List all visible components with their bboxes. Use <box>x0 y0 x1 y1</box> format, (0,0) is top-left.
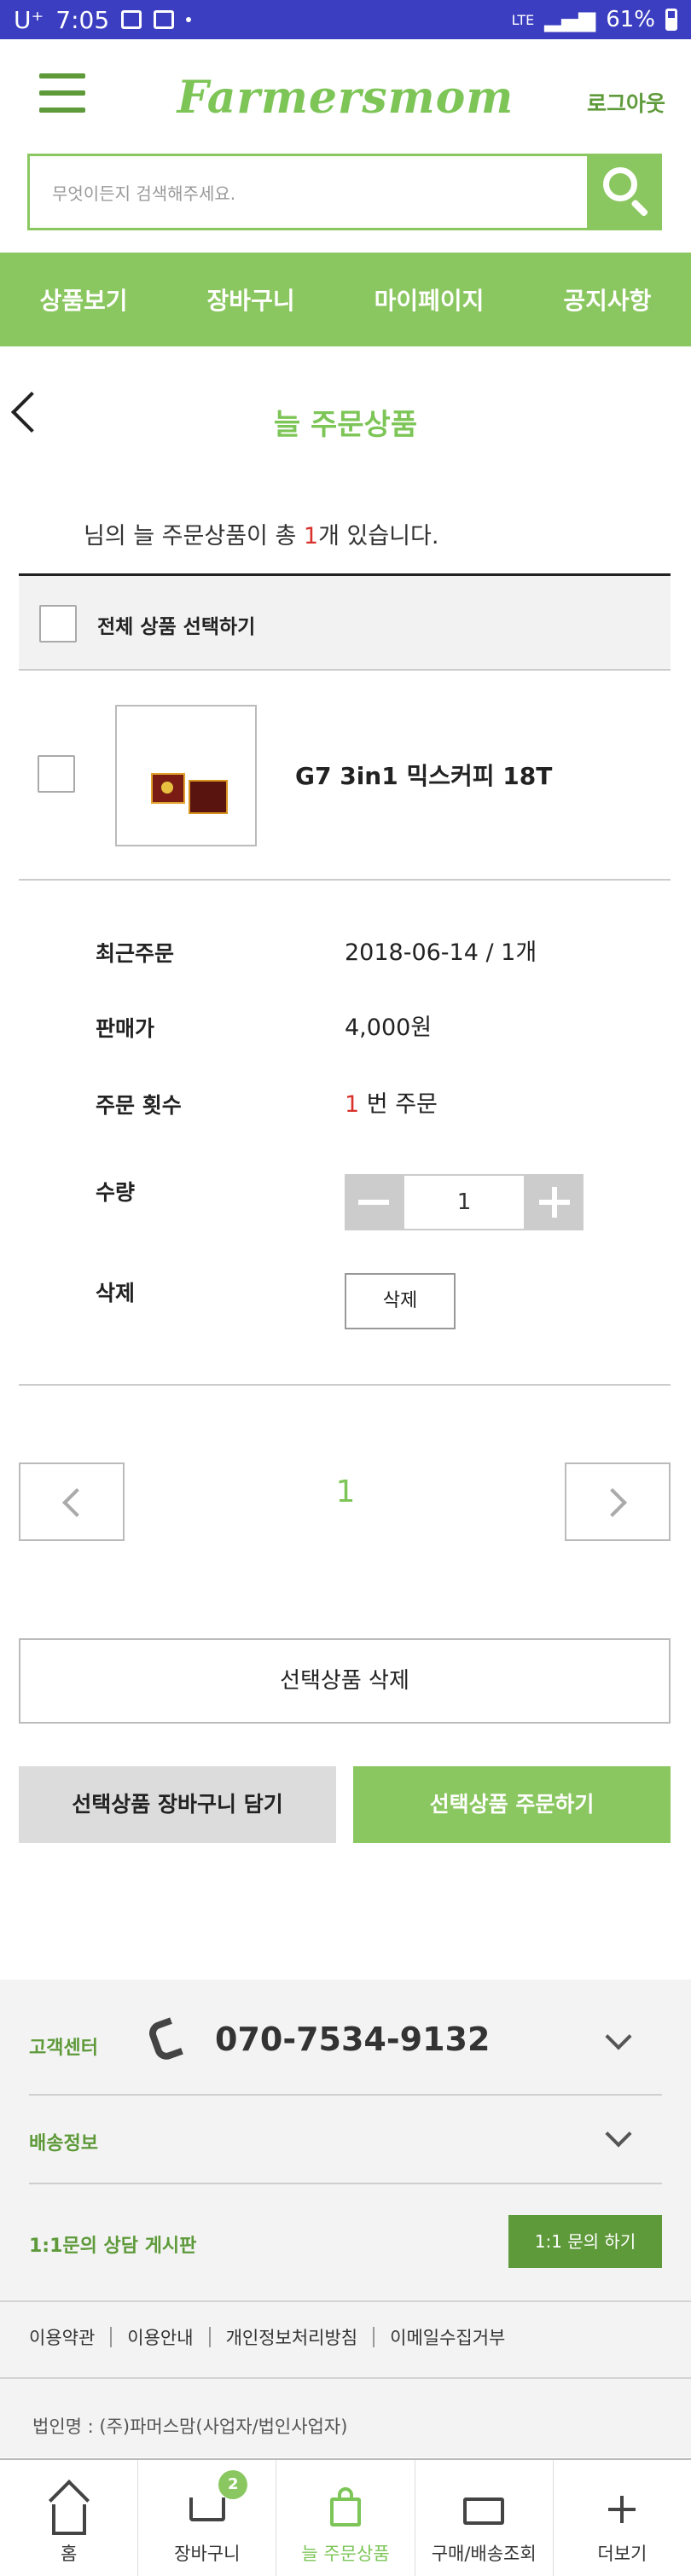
tab-label: 구매/배송조회 <box>431 2544 537 2564</box>
chevron-down-icon[interactable] <box>605 2023 632 2050</box>
phone-number[interactable]: 070-7534-9132 <box>215 2021 490 2058</box>
divider <box>29 2183 662 2184</box>
summary-text: 님의 늘 주문상품이 총 1개 있습니다. <box>84 523 439 550</box>
footer-link-privacy[interactable]: 개인정보처리방침 <box>226 2324 358 2350</box>
footer: 고객센터 070-7534-9132 배송정보 1:1문의 상담 게시판 1:1… <box>0 1980 691 2457</box>
tab-label: 홈 <box>60 2544 78 2564</box>
tab-regular-orders[interactable]: 늘 주문상품 <box>276 2460 415 2576</box>
select-all-checkbox[interactable] <box>39 605 77 643</box>
tab-more[interactable]: 더보기 <box>554 2460 691 2576</box>
network-label: LTE <box>511 11 535 28</box>
nav-item-cart[interactable]: 장바구니 <box>207 282 295 317</box>
truck-icon <box>463 2497 505 2525</box>
tab-label: 더보기 <box>597 2544 647 2564</box>
product-checkbox[interactable] <box>38 755 75 793</box>
phone-icon <box>146 2017 183 2063</box>
recent-order-value: 2018-06-14 / 1개 <box>345 939 537 966</box>
tab-label: 장바구니 <box>174 2544 241 2564</box>
bottom-tab-bar: 홈 2 장바구니 늘 주문상품 구매/배송조회 더보기 <box>0 2458 691 2576</box>
add-to-cart-button[interactable]: 선택상품 장바구니 담기 <box>19 1766 336 1843</box>
delete-button[interactable]: 삭제 <box>345 1273 456 1329</box>
tab-home[interactable]: 홈 <box>0 2460 139 2576</box>
summary-count: 1 <box>303 523 319 550</box>
select-all-row: 전체 상품 선택하기 <box>19 573 671 671</box>
footer-link-email-refusal[interactable]: 이메일수집거부 <box>390 2324 505 2350</box>
cart-icon <box>189 2497 225 2521</box>
price-label: 판매가 <box>96 1016 155 1041</box>
cart-count-badge: 2 <box>218 2470 248 2499</box>
carrier-label: U⁺ <box>14 5 44 34</box>
page-title: 늘 주문상품 <box>273 408 418 442</box>
nav-item-mypage[interactable]: 마이페이지 <box>375 282 485 317</box>
order-count-label: 주문 횟수 <box>96 1093 182 1118</box>
product-thumbnail[interactable] <box>115 705 257 846</box>
qna-button[interactable]: 1:1 문의 하기 <box>508 2215 662 2268</box>
site-header: Farmersmom 로그아웃 무엇이든지 검색해주세요. <box>0 39 691 253</box>
recent-order-label: 최근주문 <box>96 941 175 966</box>
gallery-icon <box>121 10 142 29</box>
footer-links: 이용약관 이용안내 개인정보처리방침 이메일수집거부 <box>29 2324 505 2350</box>
nav-item-products[interactable]: 상품보기 <box>40 282 128 317</box>
order-selected-button[interactable]: 선택상품 주문하기 <box>353 1766 671 1843</box>
status-bar: U⁺ 7:05 LTE ▂▄▆ 61% <box>0 0 691 39</box>
footer-link-guide[interactable]: 이용안내 <box>127 2324 193 2350</box>
delete-selected-button[interactable]: 선택상품 삭제 <box>19 1638 671 1724</box>
delete-label: 삭제 <box>96 1281 136 1305</box>
bag-icon <box>330 2497 361 2527</box>
more-dot-icon <box>186 17 192 22</box>
divider <box>0 2300 691 2302</box>
signal-icon: ▂▄▆ <box>544 7 596 32</box>
tab-cart[interactable]: 2 장바구니 <box>138 2460 277 2576</box>
nav-item-notice[interactable]: 공지사항 <box>563 282 651 317</box>
battery-percent: 61% <box>606 7 655 32</box>
search-icon <box>603 167 637 201</box>
chevron-right-icon <box>598 1488 627 1517</box>
order-count-value: 1 번 주문 <box>345 1091 438 1118</box>
notification-icon <box>154 10 175 29</box>
company-info: 법인명 : (주)파머스맘(사업자/법인사업자) <box>32 2416 348 2437</box>
quantity-increase-button[interactable] <box>526 1174 584 1230</box>
tab-label: 늘 주문상품 <box>301 2544 390 2564</box>
tab-order-tracking[interactable]: 구매/배송조회 <box>415 2460 554 2576</box>
quantity-label: 수량 <box>96 1180 136 1205</box>
clock: 7:05 <box>55 5 110 34</box>
search-input[interactable]: 무엇이든지 검색해주세요. <box>27 154 587 230</box>
product-name[interactable]: G7 3in1 믹스커피 18T <box>295 758 552 792</box>
quantity-decrease-button[interactable] <box>345 1174 403 1230</box>
battery-icon <box>665 9 677 31</box>
divider <box>0 2377 691 2379</box>
divider <box>29 2094 662 2096</box>
search-button[interactable] <box>587 154 662 230</box>
divider <box>19 1384 671 1386</box>
home-icon <box>51 2504 86 2535</box>
price-value: 4,000원 <box>345 1015 433 1041</box>
logout-link[interactable]: 로그아웃 <box>587 87 665 118</box>
main-nav: 상품보기 장바구니 마이페이지 공지사항 <box>0 253 691 346</box>
select-all-label: 전체 상품 선택하기 <box>97 616 256 638</box>
chevron-down-icon[interactable] <box>605 2120 632 2148</box>
qna-board-label: 1:1문의 상담 게시판 <box>29 2236 197 2257</box>
footer-link-terms[interactable]: 이용약관 <box>29 2324 95 2350</box>
customer-center-label: 고객센터 <box>29 2038 98 2059</box>
quantity-input[interactable]: 1 <box>403 1174 526 1230</box>
divider <box>19 879 671 881</box>
shipping-info-label[interactable]: 배송정보 <box>29 2128 98 2155</box>
next-page-button[interactable] <box>565 1462 671 1541</box>
